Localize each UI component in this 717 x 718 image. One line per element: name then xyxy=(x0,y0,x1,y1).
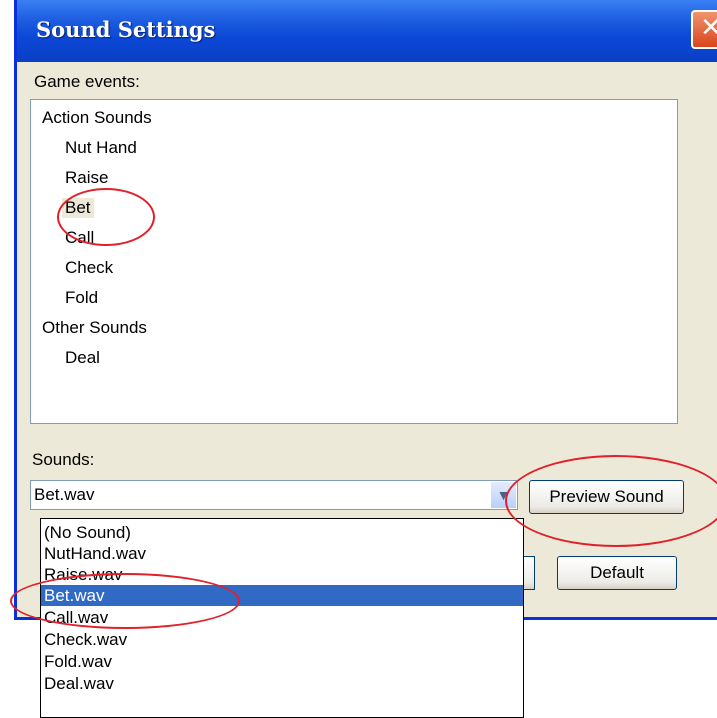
sound-option-call[interactable]: Call.wav xyxy=(41,607,523,628)
sounds-combo-value: Bet.wav xyxy=(34,485,95,504)
event-item-bet[interactable]: Bet xyxy=(62,198,94,218)
sound-option-fold[interactable]: Fold.wav xyxy=(41,651,523,672)
event-item-other-sounds[interactable]: Other Sounds xyxy=(42,318,147,338)
sound-option-nuthand[interactable]: NutHand.wav xyxy=(41,543,523,564)
sounds-combobox[interactable]: Bet.wav ▼ xyxy=(30,480,518,510)
event-item-deal[interactable]: Deal xyxy=(65,348,100,368)
sound-option-raise[interactable]: Raise.wav xyxy=(41,564,523,585)
sounds-dropdown-list[interactable]: (No Sound) NutHand.wav Raise.wav Bet.wav… xyxy=(40,518,524,718)
preview-sound-button[interactable]: Preview Sound xyxy=(529,480,684,514)
event-item-action-sounds[interactable]: Action Sounds xyxy=(42,108,152,128)
event-item-raise[interactable]: Raise xyxy=(65,168,108,188)
dialog-title: Sound Settings xyxy=(36,17,216,42)
sound-option-bet[interactable]: Bet.wav xyxy=(41,585,523,606)
close-icon: ✕ xyxy=(700,13,717,43)
sound-option-check[interactable]: Check.wav xyxy=(41,629,523,650)
title-bar[interactable]: Sound Settings ✕ xyxy=(17,0,717,62)
sound-option-deal[interactable]: Deal.wav xyxy=(41,673,523,694)
event-item-call[interactable]: Call xyxy=(65,228,94,248)
event-item-check[interactable]: Check xyxy=(65,258,113,278)
default-button[interactable]: Default xyxy=(557,556,677,590)
chevron-down-icon[interactable]: ▼ xyxy=(491,482,516,508)
sounds-label: Sounds: xyxy=(32,450,95,469)
sound-option-no-sound[interactable]: (No Sound) xyxy=(41,522,523,543)
game-events-label: Game events: xyxy=(34,72,140,91)
game-events-list[interactable]: Action Sounds Nut Hand Raise Bet Call Ch… xyxy=(30,99,678,424)
close-button[interactable]: ✕ xyxy=(691,10,717,49)
event-item-nut-hand[interactable]: Nut Hand xyxy=(65,138,137,158)
event-item-fold[interactable]: Fold xyxy=(65,288,98,308)
